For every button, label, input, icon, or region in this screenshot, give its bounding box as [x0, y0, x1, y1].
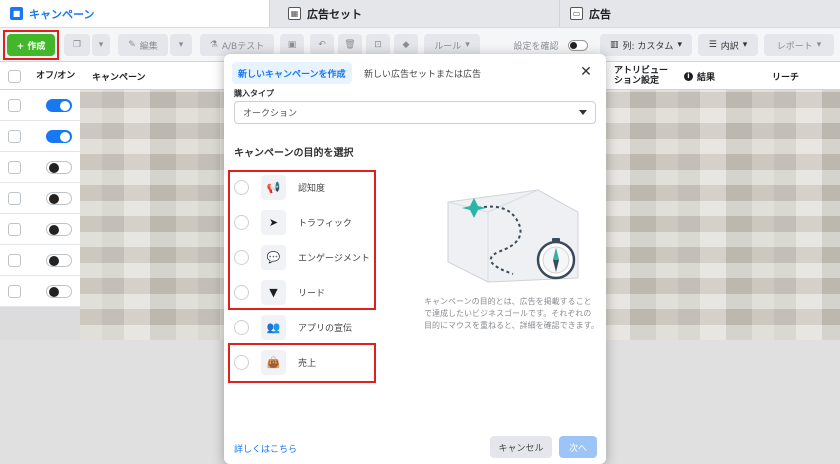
objective-description: キャンペーンの目的とは、広告を掲載することで達成したいビジネスゴールです。それぞ…	[424, 297, 599, 330]
chevron-down-icon: ▾	[816, 40, 822, 50]
info-icon: i	[684, 71, 693, 81]
campaign-toggle[interactable]	[46, 192, 72, 205]
pencil-icon: ✎	[128, 40, 136, 50]
campaign-toggle[interactable]	[46, 130, 72, 143]
edit-button[interactable]: ✎ 編集	[118, 34, 168, 56]
create-campaign-dialog: 新しいキャンペーンを作成 新しい広告セットまたは広告 ✕ 購入タイプ オークショ…	[224, 54, 606, 464]
row-checkbox[interactable]	[8, 99, 21, 112]
campaign-toggle[interactable]	[46, 161, 72, 174]
row-checkbox[interactable]	[8, 161, 21, 174]
undo-icon: ↶	[318, 40, 326, 50]
objective-option[interactable]: 👥 アプリの宣伝	[232, 312, 372, 342]
col-reach[interactable]: リーチ	[772, 62, 799, 90]
folder-icon: ■	[10, 7, 23, 20]
edit-label: 編集	[139, 41, 158, 52]
tab-campaigns[interactable]: ■ キャンペーン	[0, 0, 270, 27]
buying-type-label: 購入タイプ	[234, 89, 274, 98]
row-checkbox[interactable]	[8, 254, 21, 267]
tab-adsets[interactable]: ▦ 広告セット	[270, 0, 560, 27]
objective-illustration	[447, 189, 579, 283]
tag-button[interactable]: ◆	[394, 34, 418, 56]
table-row[interactable]	[0, 90, 80, 121]
tab-new-campaign[interactable]: 新しいキャンペーンを作成	[232, 62, 352, 84]
create-button[interactable]: + 作成	[7, 34, 55, 56]
duplicate-icon: ❐	[72, 40, 82, 50]
close-icon[interactable]: ✕	[576, 62, 596, 82]
col-campaign[interactable]: キャンペーン	[92, 62, 146, 90]
ad-page-icon: ▭	[570, 7, 583, 20]
columns-button[interactable]: ▥ 列: カスタム ▾	[600, 34, 692, 56]
table-row[interactable]	[0, 183, 80, 214]
preview-icon: ▣	[287, 40, 297, 50]
col-results-label: 結果	[697, 72, 716, 83]
chevron-down-icon: ▾	[178, 40, 184, 50]
table-row[interactable]	[0, 276, 80, 307]
columns-label: 列: カスタム	[622, 41, 674, 52]
tab-ads-label: 広告	[589, 7, 611, 21]
campaign-toggle[interactable]	[46, 223, 72, 236]
ab-test-button[interactable]: ⚗ A/Bテスト	[200, 34, 274, 56]
adset-grid-icon: ▦	[288, 7, 301, 20]
undo-button[interactable]: ↶	[310, 34, 334, 56]
next-button[interactable]: 次へ	[559, 436, 597, 458]
breakdown-button[interactable]: ☰ 内訳 ▾	[698, 34, 758, 56]
duplicate-dropdown[interactable]: ▾	[92, 34, 110, 56]
col-attribution[interactable]: アトリビューション設定	[614, 62, 676, 90]
rules-button[interactable]: ルール ▾	[424, 34, 480, 56]
duplicate-button[interactable]: ❐	[64, 34, 90, 56]
campaign-toggle[interactable]	[46, 99, 72, 112]
people-icon: 👥	[261, 314, 286, 340]
breakdown-icon: ☰	[708, 40, 717, 50]
objective-radio[interactable]	[234, 319, 249, 335]
col-results[interactable]: i 結果	[684, 62, 715, 90]
delete-button[interactable]: 🗑	[338, 34, 362, 56]
row-checkbox[interactable]	[8, 223, 21, 236]
cancel-button[interactable]: キャンセル	[490, 436, 552, 458]
objective-title: キャンペーンの目的を選択	[234, 148, 354, 159]
tab-new-adset-or-ad[interactable]: 新しい広告セットまたは広告	[364, 62, 481, 84]
chevron-down-icon: ▾	[465, 40, 470, 50]
campaign-toggle[interactable]	[46, 285, 72, 298]
buying-type-select[interactable]: オークション	[234, 101, 596, 124]
table-row[interactable]	[0, 152, 80, 183]
learn-more-link[interactable]: 詳しくはこちら	[234, 442, 297, 455]
chevron-down-icon: ▾	[677, 40, 682, 50]
caret-down-icon	[579, 110, 587, 115]
row-checkbox[interactable]	[8, 285, 21, 298]
edit-dropdown[interactable]: ▾	[170, 34, 192, 56]
table-row[interactable]	[0, 245, 80, 276]
reports-button[interactable]: レポート ▾	[764, 34, 834, 56]
reports-label: レポート	[776, 41, 813, 52]
ab-test-label: A/Bテスト	[221, 41, 265, 52]
tab-adsets-label: 広告セット	[307, 7, 362, 21]
campaign-toggle[interactable]	[46, 254, 72, 267]
chevron-down-icon: ▾	[742, 40, 748, 50]
preview-button[interactable]: ▣	[280, 34, 304, 56]
tab-campaigns-label: キャンペーン	[29, 7, 95, 21]
highlight-box-top	[228, 170, 376, 310]
highlight-box-sales	[228, 343, 376, 383]
row-checkbox[interactable]	[8, 130, 21, 143]
buying-type-value: オークション	[243, 109, 298, 119]
table-row[interactable]	[0, 121, 80, 152]
rules-label: ルール	[434, 41, 462, 52]
view-setup-toggle[interactable]	[566, 34, 590, 56]
select-all-checkbox[interactable]	[8, 62, 21, 90]
col-onoff[interactable]: オフ/オン	[36, 62, 76, 90]
row-checkbox[interactable]	[8, 192, 21, 205]
chevron-down-icon: ▾	[98, 40, 104, 50]
columns-icon: ▥	[610, 40, 619, 50]
beaker-icon: ⊡	[374, 40, 382, 50]
objective-label: アプリの宣伝	[298, 323, 353, 334]
tab-ads[interactable]: ▭ 広告	[560, 0, 840, 27]
breakdown-label: 内訳	[720, 41, 739, 52]
top-tabs: ■ キャンペーン ▦ 広告セット ▭ 広告	[0, 0, 840, 27]
test-button[interactable]: ⊡	[366, 34, 390, 56]
trash-icon: 🗑	[344, 40, 356, 50]
tag-icon: ◆	[402, 40, 410, 50]
view-setup-label: 設定を確認	[513, 41, 559, 52]
table-row[interactable]	[0, 214, 80, 245]
create-button-highlight: + 作成	[3, 30, 59, 60]
flask-icon: ⚗	[209, 40, 218, 50]
